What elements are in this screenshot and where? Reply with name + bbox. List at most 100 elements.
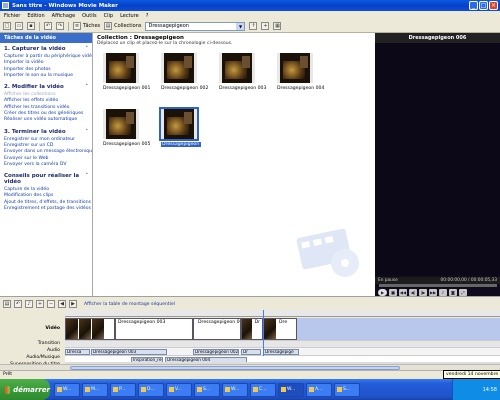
save-project-icon[interactable]: ▪ — [27, 22, 35, 30]
taskbar-item-active[interactable]: W... — [278, 382, 304, 397]
taskbar-item[interactable]: M... — [82, 382, 108, 397]
narrate-icon[interactable]: ♪ — [25, 300, 33, 308]
collection-select-value: Dressagepigeon — [148, 23, 189, 29]
clip-item[interactable]: Dressagepigeon 004 — [277, 53, 324, 91]
clip-thumbnail — [79, 319, 92, 339]
timeline-video-clip[interactable]: Dr — [241, 318, 263, 340]
date-tooltip: vendredi 14 novembre 2008 — [443, 370, 500, 379]
clip-item[interactable]: Dressagepigeon 001 — [103, 53, 150, 91]
menu-view[interactable]: Affichage — [52, 13, 76, 19]
video-track: Dressagepigeon 003 Dressagepigeon 002 Dr… — [65, 318, 500, 340]
clip-item[interactable]: Dressagepigeon 005 — [103, 109, 150, 147]
toolbar-separator — [68, 21, 69, 31]
maximize-button[interactable]: □ — [479, 1, 488, 10]
taskbar-item[interactable]: W... — [222, 382, 248, 397]
taskbar-item[interactable]: D... — [138, 382, 164, 397]
taskbar: démarrer W... M... P... D... V... S... W… — [0, 379, 500, 400]
preview-title: Dressagepigeon 006 — [375, 33, 500, 43]
clip-thumbnail — [219, 53, 255, 83]
new-collection-icon[interactable]: + — [261, 22, 270, 30]
timeline-ruler[interactable] — [65, 310, 500, 317]
collection-select[interactable]: Dressagepigeon ▼ — [145, 21, 246, 31]
menu-tools[interactable]: Outils — [82, 13, 96, 19]
split-icon[interactable]: ⫽ — [439, 288, 447, 296]
collections-button[interactable]: ▤ Collections — [104, 22, 141, 30]
section-title[interactable]: 1. Capturer la vidéo ˄ — [4, 46, 88, 52]
open-project-icon[interactable]: ▭ — [15, 22, 23, 30]
transition-track[interactable] — [65, 340, 500, 347]
task-link[interactable]: Réaliser une vidéo automatique — [4, 117, 88, 123]
play-icon[interactable]: ▶ — [378, 288, 387, 296]
minimize-button[interactable]: _ — [469, 1, 478, 10]
status-bar: Prêt — [0, 370, 500, 379]
clip-thumbnail — [103, 109, 139, 139]
collection-subtitle: Déplacez un clip et placez-le sur la chr… — [97, 41, 233, 46]
menu-play[interactable]: Lecture — [120, 13, 139, 19]
new-project-icon[interactable]: □ — [3, 22, 11, 30]
chevron-up-icon[interactable]: ˄ — [86, 173, 89, 185]
menu-edit[interactable]: Edition — [27, 13, 44, 19]
task-link[interactable]: Enregistrement et partage des vidéos — [4, 206, 91, 212]
start-button[interactable]: démarrer — [0, 379, 50, 400]
previous-frame-icon[interactable]: ◀◀ — [399, 288, 407, 296]
section-title[interactable]: Conseils pour réaliser la vidéo ˄ — [4, 173, 88, 185]
menu-clip[interactable]: Clip — [104, 13, 113, 19]
taskbar-item[interactable]: S... — [334, 382, 360, 397]
clock[interactable]: 14:58 — [483, 387, 497, 393]
clip-item[interactable]: Dressagepigeon 003 — [219, 53, 266, 91]
timeline-options-icon[interactable]: ▤ — [3, 300, 11, 308]
show-storyboard-toggle[interactable]: Afficher la table de montage séquentiel — [84, 302, 175, 307]
timeline-video-clip[interactable] — [65, 318, 115, 340]
timeline-video-clip[interactable]: Dre — [263, 318, 297, 340]
taskbar-item[interactable]: C... — [250, 382, 276, 397]
clip-thumbnail — [103, 53, 139, 83]
taskbar-item[interactable]: A... — [306, 382, 332, 397]
timeline-playhead[interactable] — [263, 310, 264, 356]
view-icon[interactable]: ▦ — [273, 22, 282, 30]
timeline-toolbar: ▤ ↶ ♪ + − ◀ ▶ Afficher la table de monta… — [0, 296, 500, 311]
up-folder-icon[interactable]: ↑ — [249, 22, 258, 30]
chevron-down-icon[interactable]: ▼ — [236, 22, 245, 30]
taskbar-item[interactable]: W... — [54, 382, 80, 397]
back-icon[interactable]: ◀| — [409, 288, 417, 296]
zoom-out-icon[interactable]: − — [47, 300, 55, 308]
taskbar-item[interactable]: P... — [110, 382, 136, 397]
audio-track: Dressa Dressagepigeon 003 Dressagepigeon… — [65, 347, 500, 355]
undo-timeline-icon[interactable]: ↶ — [14, 300, 22, 308]
close-button[interactable]: × — [489, 1, 498, 10]
section-finish: 3. Terminer la vidéo ˄ Enregistrer sur mo… — [0, 126, 92, 170]
forward-icon[interactable]: |▶ — [419, 288, 427, 296]
chevron-up-icon[interactable]: ˄ — [86, 129, 89, 135]
zoom-in-icon[interactable]: + — [36, 300, 44, 308]
undo-icon[interactable]: ↶ — [44, 22, 52, 30]
seek-bar[interactable] — [379, 284, 497, 287]
snapshot-icon[interactable]: ◙ — [449, 288, 457, 296]
next-frame-icon[interactable]: ▶▶ — [429, 288, 437, 296]
task-link[interactable]: Envoyer dans un message électronique — [4, 149, 92, 155]
tasks-button[interactable]: ≡ Tâches — [73, 22, 100, 30]
chevron-up-icon[interactable]: ˄ — [86, 84, 89, 90]
status-text: Prêt — [3, 372, 13, 377]
menu-help[interactable]: ? — [146, 13, 149, 19]
task-link[interactable]: Envoyer vers la caméra DV — [4, 162, 88, 168]
timeline-video-clip[interactable]: Dressagepigeon 003 — [115, 318, 193, 340]
app-icon — [113, 387, 118, 392]
taskbar-item[interactable]: S... — [194, 382, 220, 397]
toolbar-separator — [39, 21, 40, 31]
timeline-video-clip[interactable]: Dressagepigeon 002 — [193, 318, 241, 340]
stop-icon[interactable]: ■ — [389, 288, 397, 296]
redo-icon[interactable]: ↷ — [56, 22, 64, 30]
rewind-timeline-icon[interactable]: ◀ — [58, 300, 66, 308]
clip-item-selected[interactable]: Dressagepigeon 006 — [159, 107, 209, 147]
app-icon — [197, 387, 202, 392]
section-title[interactable]: 2. Modifier la vidéo ˄ — [4, 84, 88, 90]
task-link[interactable]: Importer le son ou la musique — [4, 73, 88, 79]
fullscreen-icon[interactable]: ⤢ — [459, 288, 467, 296]
clip-item[interactable]: Dressagepigeon 002 — [161, 53, 208, 91]
taskbar-item[interactable]: V... — [166, 382, 192, 397]
play-timeline-icon[interactable]: ▶ — [69, 300, 77, 308]
chevron-up-icon[interactable]: ˄ — [86, 46, 89, 52]
playback-status: En pause — [378, 278, 398, 283]
section-title[interactable]: 3. Terminer la vidéo ˄ — [4, 129, 88, 135]
menu-file[interactable]: Fichier — [4, 13, 20, 19]
